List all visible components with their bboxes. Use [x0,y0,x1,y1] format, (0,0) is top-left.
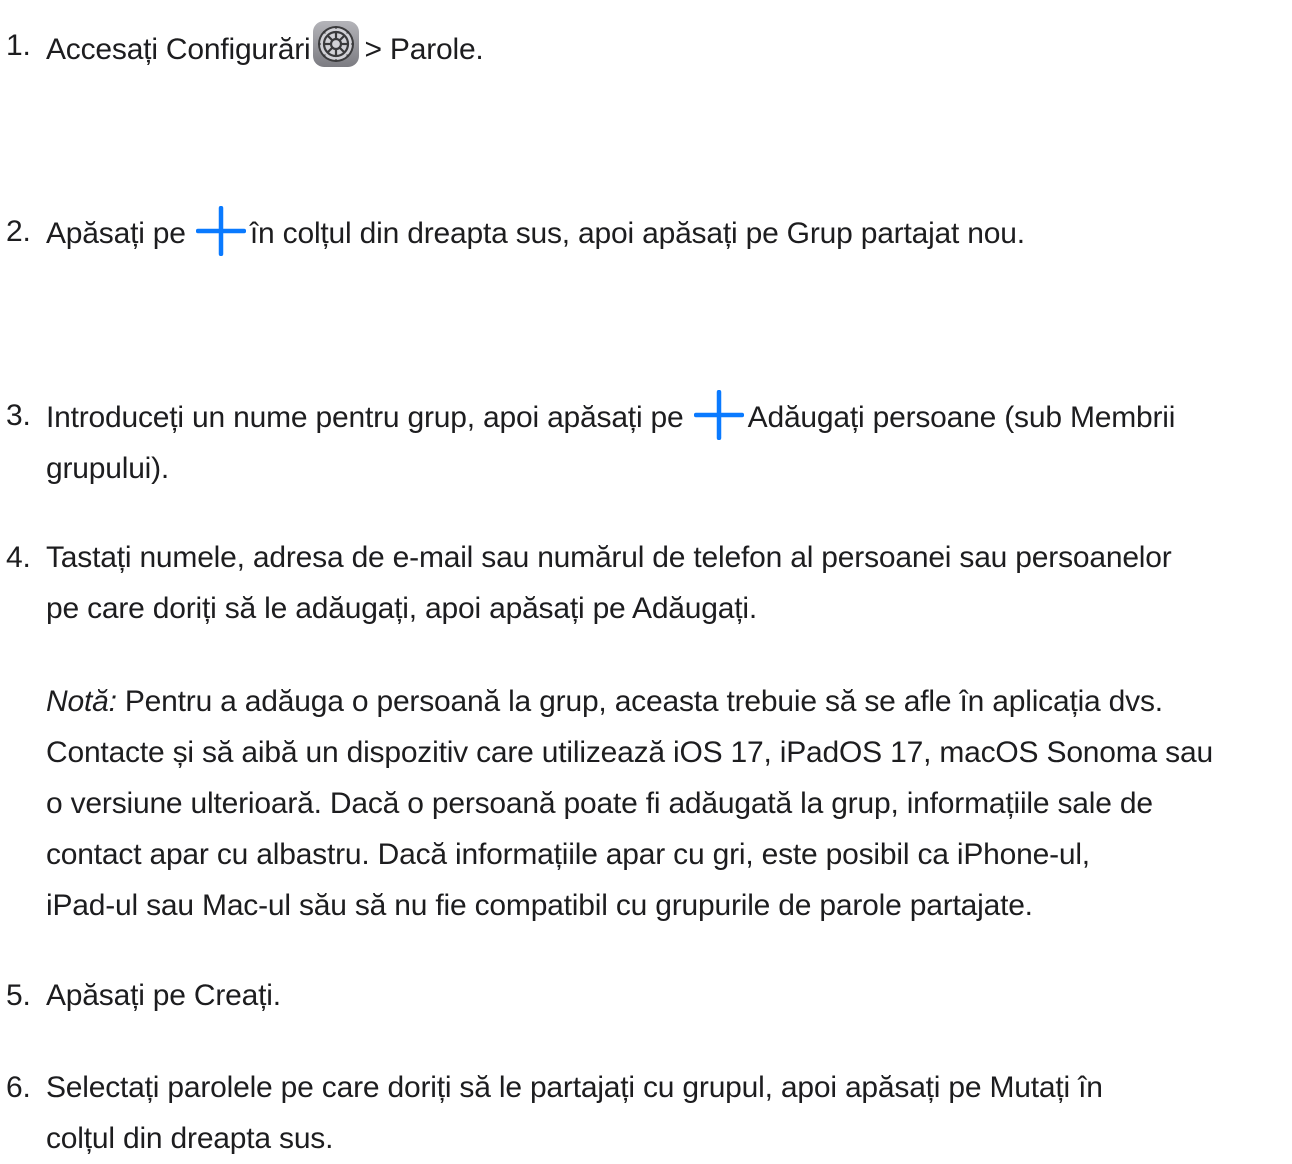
step-text: Tastați numele, adresa de e-mail sau num… [46,532,1292,634]
step-line-2: colțul din dreapta sus. [46,1122,334,1155]
step-number: 2. [6,215,31,248]
step-line-1: Tastați numele, adresa de e-mail sau num… [46,541,1172,574]
step-line-1: Introduceți un nume pentru grup, apoi ap… [46,390,1292,443]
step-number: 3. [6,399,31,432]
step-text-after: Adăugați persoane (sub Membrii [747,401,1176,434]
step-text-before: Apăsați pe [46,217,186,250]
note-line-2: Contacte și să aibă un dispozitiv care u… [46,736,1213,769]
step-text: Introduceți un nume pentru grup, apoi ap… [46,390,1292,494]
step-text-after: > Parole. [364,33,484,66]
step-text: Selectați parolele pe care doriți să le … [46,1062,1292,1164]
note-line-4: contact apar cu albastru. Dacă informați… [46,838,1090,871]
step-number: 4. [6,541,31,574]
step-number: 1. [6,29,31,62]
step-number: 5. [6,979,31,1012]
note-line-1-text: Pentru a adăuga o persoană la grup, acea… [124,685,1163,718]
note-line-5: iPad-ul sau Mac-ul său să nu fie compati… [46,889,1033,922]
step-text-before: Accesați Configurări [46,33,311,66]
step-number: 6. [6,1071,31,1104]
step-line-2: pe care doriți să le adăugați, apoi apăs… [46,592,757,625]
note-label: Notă: [46,685,117,718]
step-text: Accesați Configurări > Parole. [46,20,1292,75]
plus-icon [693,390,744,440]
note-line-1: Notă: Pentru a adăuga o persoană la grup… [46,676,1292,727]
step-line-2: grupului). [46,452,170,485]
note-line-3: o versiune ulterioară. Dacă o persoană p… [46,787,1153,820]
note-text: Notă: Pentru a adăuga o persoană la grup… [46,676,1292,931]
step-text: Apăsați pe Creați. [46,979,281,1012]
plus-icon [195,206,246,256]
step-text-before: Introduceți un nume pentru grup, apoi ap… [46,401,684,434]
settings-gear-icon [313,21,360,67]
step-text-after: în colțul din dreapta sus, apoi apăsați … [249,217,1025,250]
step-line-1: Selectați parolele pe care doriți să le … [46,1071,1103,1104]
step-text: Apăsați pe în colțul din dreapta sus, ap… [46,206,1292,259]
